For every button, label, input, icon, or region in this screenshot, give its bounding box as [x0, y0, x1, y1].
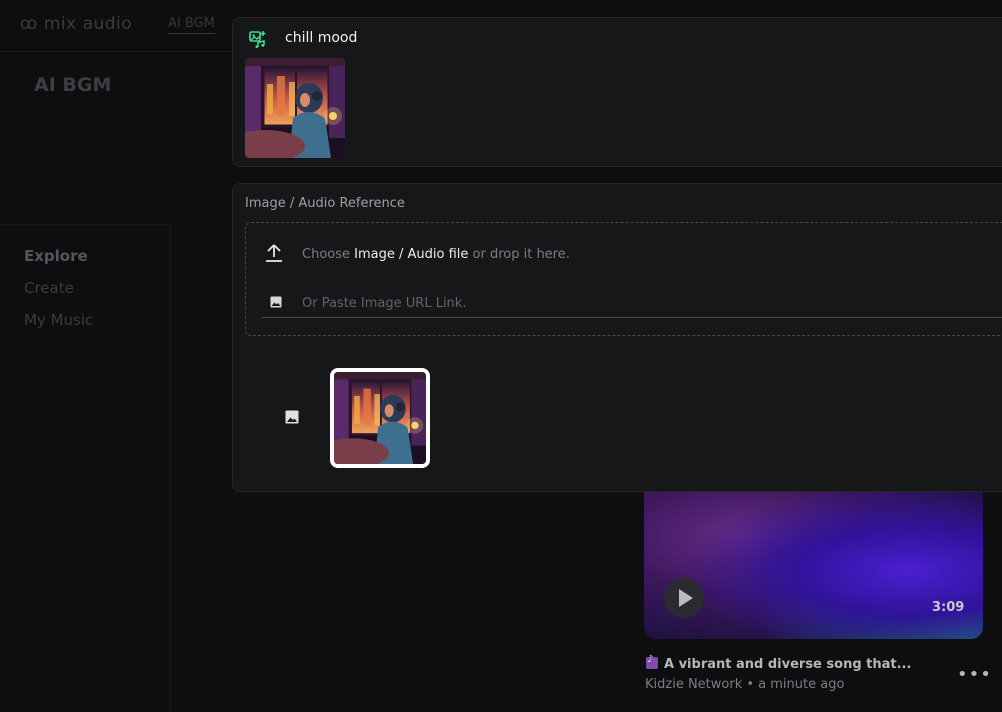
sidebar-divider — [0, 224, 170, 225]
app-logo[interactable]: ꝏ mix audio — [20, 14, 132, 34]
song-duration: 3:09 — [932, 600, 965, 615]
url-input-underline — [262, 317, 1002, 318]
file-dropzone[interactable]: Choose Image / Audio file or drop it her… — [245, 222, 1002, 336]
sidebar-nav: Explore Create My Music — [24, 246, 93, 342]
sidebar-border — [170, 224, 171, 712]
dropzone-text: Choose Image / Audio file or drop it her… — [302, 247, 570, 262]
reference-panel: Image / Audio Reference Choose Image / A… — [232, 183, 1002, 492]
sidebar-item-explore[interactable]: Explore — [24, 246, 93, 278]
logo-icon: ꝏ — [20, 14, 38, 34]
song-artist[interactable]: Kidzie Network — [645, 677, 742, 692]
tab-ai-bgm[interactable]: AI BGM — [168, 16, 215, 34]
sidebar-item-my-music[interactable]: My Music — [24, 310, 93, 342]
music-image-add-icon — [249, 31, 266, 48]
image-icon — [285, 410, 299, 424]
music-note-icon — [646, 654, 658, 669]
choose-file-link[interactable]: Image / Audio file — [354, 247, 468, 262]
reference-label: Image / Audio Reference — [245, 196, 405, 211]
sidebar-item-create[interactable]: Create — [24, 278, 93, 310]
song-meta: Kidzie Network • a minute ago — [645, 677, 845, 692]
page-title: AI BGM — [34, 74, 112, 96]
song-time-ago: a minute ago — [758, 677, 845, 692]
app-root: ꝏ mix audio AI BGM AI BGM Explore Create … — [0, 0, 1002, 712]
more-options-icon[interactable]: ••• — [957, 664, 992, 685]
play-button[interactable] — [664, 578, 704, 618]
selected-reference-image[interactable] — [330, 368, 430, 468]
mood-title: chill mood — [285, 30, 358, 46]
song-title[interactable]: A vibrant and diverse song that... — [646, 654, 911, 672]
upload-icon — [266, 244, 282, 262]
mood-panel: chill mood — [232, 17, 1002, 167]
mood-image[interactable] — [245, 58, 345, 158]
image-url-input[interactable] — [302, 293, 1002, 313]
image-icon — [270, 296, 282, 308]
